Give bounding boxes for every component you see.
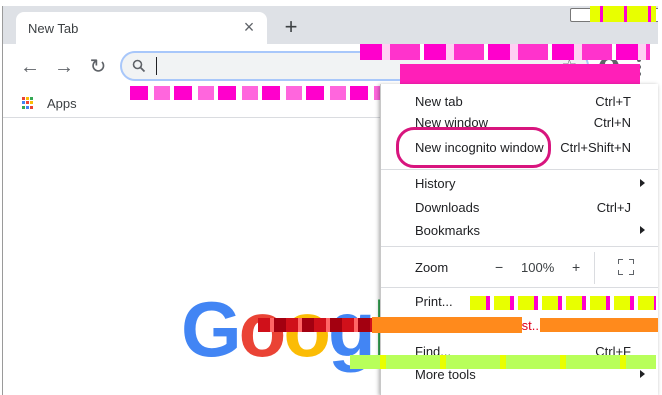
glitch-band: [470, 296, 656, 310]
close-icon[interactable]: ×: [239, 17, 259, 37]
menu-divider: [381, 287, 658, 288]
plus-icon[interactable]: +: [279, 16, 303, 40]
glitch-band: [590, 6, 656, 22]
menu-item-bookmarks[interactable]: Bookmarks: [381, 219, 658, 243]
menu-item-shortcut: Ctrl+N: [593, 115, 631, 130]
glitch-band: [360, 44, 650, 60]
menu-item-label: New tab: [415, 94, 463, 109]
glitch-band: [258, 318, 378, 332]
submenu-arrow-icon: [640, 179, 645, 187]
tab-new-tab[interactable]: New Tab ×: [16, 12, 267, 44]
submenu-arrow-icon: [640, 226, 645, 234]
menu-item-shortcut: Ctrl+T: [595, 94, 631, 109]
reload-icon[interactable]: ↻: [85, 54, 111, 80]
search-icon: [132, 59, 146, 73]
menu-divider: [381, 246, 658, 247]
menu-item-label: History: [415, 176, 456, 191]
back-icon[interactable]: ←: [17, 54, 43, 80]
zoom-out-button[interactable]: −: [495, 259, 503, 275]
glitch-band: [130, 86, 390, 100]
tab-title: New Tab: [28, 21, 79, 36]
logo-letter: G: [181, 285, 242, 373]
text-caret: [156, 57, 157, 75]
menu-item-label: More tools: [415, 367, 476, 382]
apps-grid-icon[interactable]: [22, 97, 34, 109]
menu-item-label: Zoom: [415, 260, 449, 275]
fullscreen-icon[interactable]: [618, 259, 634, 275]
tab-strip: New Tab × +: [3, 6, 658, 44]
menu-item-downloads[interactable]: Downloads Ctrl+J: [381, 196, 658, 220]
glitch-band: [350, 355, 656, 369]
menu-item-label: Bookmarks: [415, 223, 481, 238]
glitch-band: [540, 318, 658, 332]
forward-icon[interactable]: →: [51, 54, 77, 80]
highlight-ring: [396, 127, 551, 168]
zoom-divider: [594, 252, 595, 284]
menu-item-shortcut: Ctrl+J: [596, 200, 631, 215]
menu-item-history[interactable]: History: [381, 172, 658, 196]
submenu-arrow-icon: [640, 370, 645, 378]
zoom-in-button[interactable]: +: [572, 259, 580, 275]
menu-divider: [381, 169, 658, 170]
glitch-band: [372, 317, 522, 333]
menu-item-zoom: Zoom − 100% +: [381, 252, 658, 284]
zoom-level: 100%: [521, 260, 555, 275]
menu-item-label: Downloads: [415, 200, 480, 215]
menu-item-shortcut: Ctrl+Shift+N: [560, 140, 631, 155]
apps-shortcut[interactable]: Apps: [47, 96, 77, 111]
menu-item-label: Print...: [415, 294, 453, 309]
